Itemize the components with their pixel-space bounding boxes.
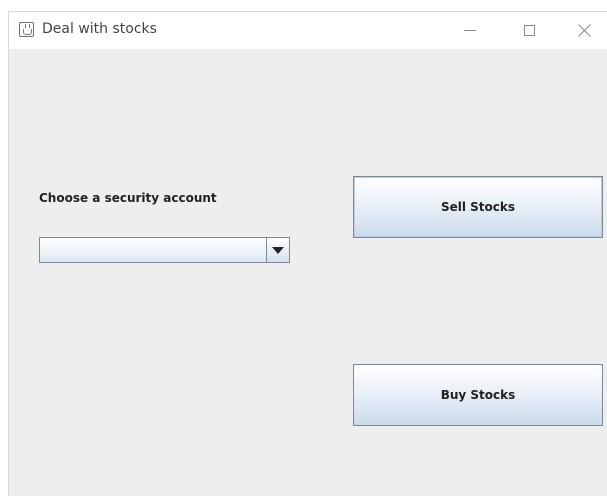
window-title: Deal with stocks: [42, 21, 157, 37]
dropdown-arrow-button[interactable]: [266, 238, 289, 262]
steam-mark: [25, 24, 30, 28]
minimize-icon: [464, 30, 476, 31]
java-app-icon: [19, 22, 34, 37]
account-label: Choose a security account: [39, 191, 217, 205]
content-panel: Choose a security account Sell Stocks Bu…: [9, 49, 607, 496]
maximize-icon: [523, 25, 535, 36]
cup-mark: [23, 29, 32, 35]
close-icon: [577, 23, 592, 38]
chevron-down-icon: [272, 246, 284, 254]
minimize-button[interactable]: [447, 12, 493, 49]
app-window: Deal with stocks Choose a security accou…: [8, 11, 607, 496]
security-account-select[interactable]: [39, 237, 290, 263]
sell-stocks-button[interactable]: Sell Stocks: [353, 176, 603, 238]
buy-stocks-button[interactable]: Buy Stocks: [353, 364, 603, 426]
maximize-button[interactable]: [506, 12, 552, 49]
close-button[interactable]: [561, 12, 607, 49]
title-bar[interactable]: Deal with stocks: [9, 12, 607, 49]
